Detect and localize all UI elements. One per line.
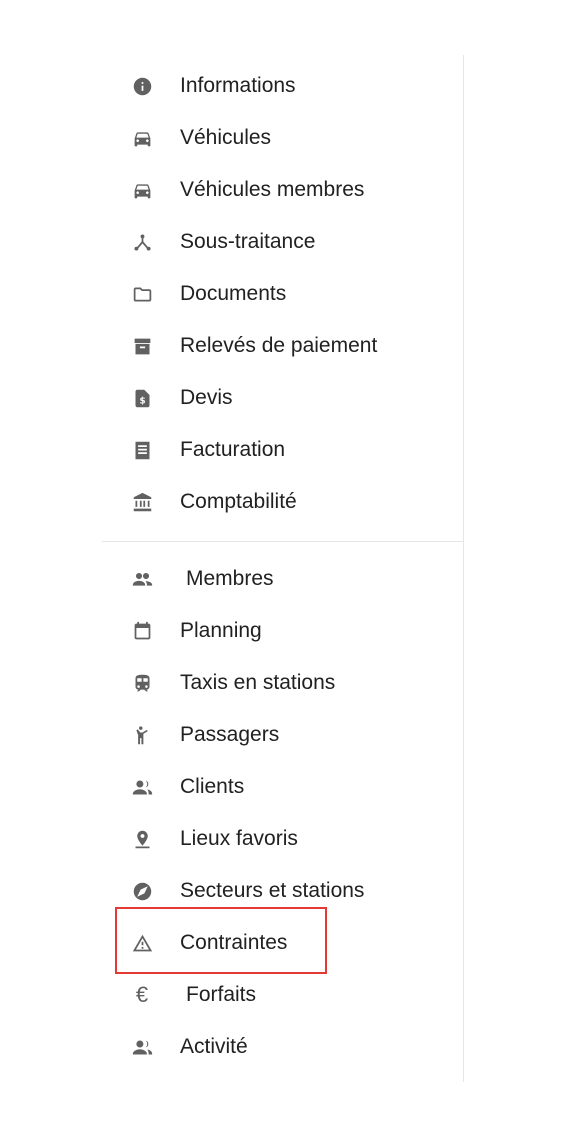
sidebar-item-label: Devis xyxy=(180,386,233,409)
sidebar-item-label: Sous-traitance xyxy=(180,230,316,253)
car-icon xyxy=(130,178,154,202)
sidebar-item-label: Lieux favoris xyxy=(180,827,298,850)
sidebar-item-label: Relevés de paiement xyxy=(180,334,378,357)
sidebar-item-label: Documents xyxy=(180,282,287,305)
svg-text:$: $ xyxy=(139,396,145,406)
sidebar-item-label: Contraintes xyxy=(180,931,288,954)
sidebar-item-planning[interactable]: Planning xyxy=(102,605,462,657)
sidebar-item-label: Forfaits xyxy=(186,983,257,1006)
compass-icon xyxy=(130,879,154,903)
sidebar-item-label: Comptabilité xyxy=(180,490,297,513)
sidebar-item-membres[interactable]: Membres xyxy=(102,553,462,605)
sidebar-item-lieux-favoris[interactable]: Lieux favoris xyxy=(102,813,462,865)
sidebar-item-comptabilite[interactable]: Comptabilité xyxy=(102,476,462,528)
sidebar-item-label: Véhicules membres xyxy=(180,178,365,201)
people-icon xyxy=(130,567,154,591)
sidebar-item-label: Véhicules xyxy=(180,126,272,149)
sidebar-item-secteurs-et-stations[interactable]: Secteurs et stations xyxy=(102,865,462,917)
warning-icon xyxy=(130,931,154,955)
hub-icon xyxy=(130,230,154,254)
sidebar-item-label: Planning xyxy=(180,619,262,642)
group-icon xyxy=(130,775,154,799)
walking-person-icon xyxy=(130,723,154,747)
sidebar-item-informations[interactable]: Informations xyxy=(102,60,462,112)
sidebar-item-vehicules[interactable]: Véhicules xyxy=(102,112,462,164)
euro-icon: € xyxy=(135,982,149,1007)
sidebar-item-passagers[interactable]: Passagers xyxy=(102,709,462,761)
receipt-icon xyxy=(130,438,154,462)
sidebar-item-label: Clients xyxy=(180,775,245,798)
sidebar-item-releves-de-paiement[interactable]: Relevés de paiement xyxy=(102,320,462,372)
dollar-file-icon: $ xyxy=(130,386,154,410)
sidebar-menu: Informations Véhicules Véhicules membres… xyxy=(102,55,464,1082)
sidebar-item-forfaits[interactable]: € Forfaits xyxy=(102,969,462,1021)
sidebar-item-label: Passagers xyxy=(180,723,280,746)
folder-icon xyxy=(130,282,154,306)
sidebar-item-devis[interactable]: $ Devis xyxy=(102,372,462,424)
archive-icon xyxy=(130,334,154,358)
sidebar-item-vehicules-membres[interactable]: Véhicules membres xyxy=(102,164,462,216)
sidebar-item-sous-traitance[interactable]: Sous-traitance xyxy=(102,216,462,268)
section-divider xyxy=(102,541,464,542)
car-icon xyxy=(130,126,154,150)
calendar-icon xyxy=(130,619,154,643)
sidebar-item-clients[interactable]: Clients xyxy=(102,761,462,813)
sidebar-item-label: Informations xyxy=(180,74,296,97)
sidebar-item-label: Facturation xyxy=(180,438,286,461)
sidebar-item-facturation[interactable]: Facturation xyxy=(102,424,462,476)
bank-icon xyxy=(130,490,154,514)
sidebar-item-activite[interactable]: Activité xyxy=(102,1021,462,1073)
sidebar-item-label: Activité xyxy=(180,1035,248,1058)
sidebar-item-contraintes[interactable]: Contraintes xyxy=(102,917,462,969)
sidebar-item-documents[interactable]: Documents xyxy=(102,268,462,320)
group-icon xyxy=(130,1035,154,1059)
sidebar-item-label: Secteurs et stations xyxy=(180,879,365,902)
sidebar-item-taxis-en-stations[interactable]: Taxis en stations xyxy=(102,657,462,709)
pin-icon xyxy=(130,827,154,851)
info-icon xyxy=(130,74,154,98)
sidebar-item-label: Taxis en stations xyxy=(180,671,336,694)
bus-icon xyxy=(130,671,154,695)
sidebar-item-label: Membres xyxy=(186,567,274,590)
